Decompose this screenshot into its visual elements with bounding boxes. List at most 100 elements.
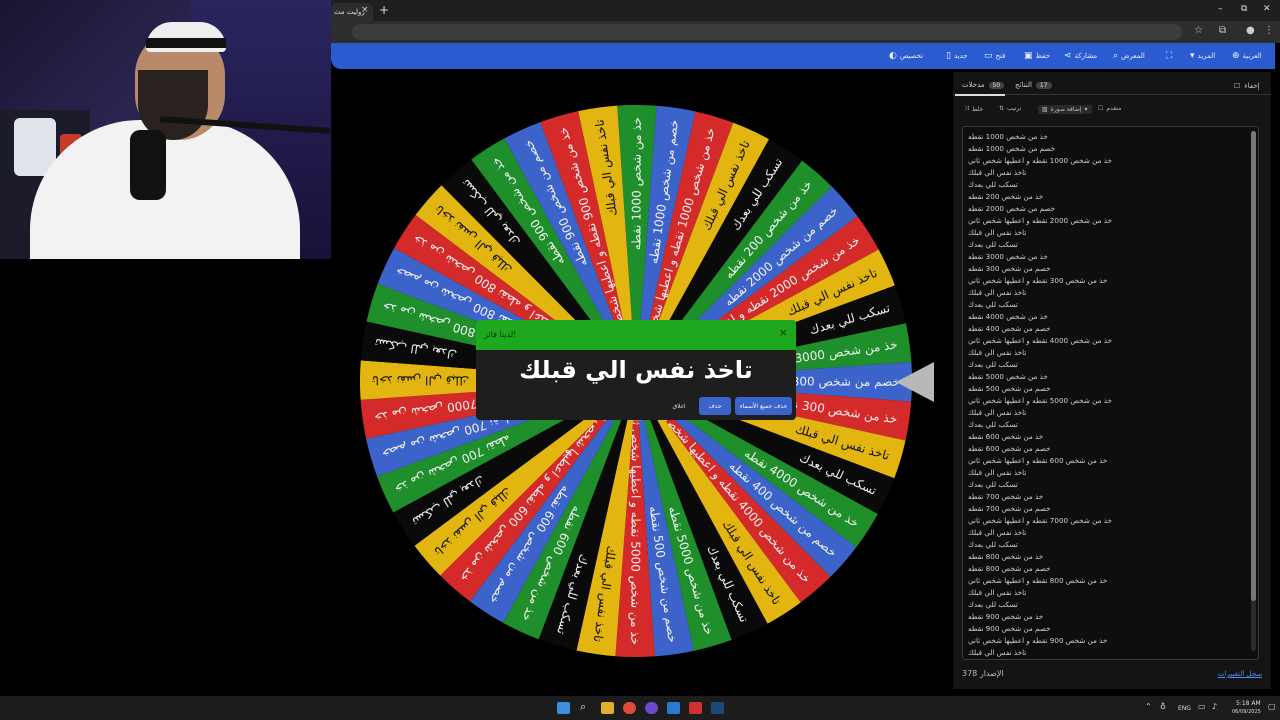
- outlook-icon[interactable]: [667, 702, 680, 714]
- add-image-button[interactable]: ▨ إضافة صورة ▾: [1038, 105, 1092, 114]
- save-icon: ▣: [1024, 51, 1033, 61]
- entry-line: خصم من شخص 2000 نقطه: [968, 204, 1056, 213]
- entry-line: تسكب للي بعدك: [968, 360, 1018, 369]
- dialog-close-icon[interactable]: ×: [779, 326, 788, 339]
- customize-button[interactable]: ◐ تخصيص: [889, 50, 923, 62]
- start-icon[interactable]: [557, 702, 570, 714]
- entry-line: خذ من شخص 5000 نقطه: [968, 372, 1048, 381]
- entry-line: تسكب للي بعدك: [968, 540, 1018, 549]
- fullscreen-button[interactable]: ⛶: [1166, 50, 1172, 62]
- entry-line: تسكب للي بعدك: [968, 180, 1018, 189]
- share-button[interactable]: ⋖ مشاركة: [1064, 50, 1097, 62]
- profile-icon[interactable]: ●: [1246, 25, 1255, 36]
- extensions-icon[interactable]: ⧉: [1219, 25, 1226, 36]
- volume-icon[interactable]: ♪: [1212, 702, 1217, 711]
- results-count-badge: 17: [1035, 81, 1052, 89]
- entry-line: تاخذ نفس الي قبلك: [968, 648, 1027, 657]
- entry-line: خذ من شخص 600 نقطه و اعطيها شخص ثاني: [968, 456, 1108, 465]
- entry-line: خذ من شخص 1000 نقطه: [968, 132, 1048, 141]
- gallery-button[interactable]: ⌕ المعرض: [1113, 50, 1145, 62]
- language-indicator[interactable]: ENG: [1178, 705, 1191, 712]
- entry-line: تاخذ نفس الي قبلك: [968, 588, 1027, 597]
- entry-line: خذ من شخص 800 نقطه و اعطيها شخص ثاني: [968, 576, 1108, 585]
- entry-line: خذ من شخص 900 نقطه و اعطيها شخص ثاني: [968, 636, 1108, 645]
- discord-icon[interactable]: [645, 702, 658, 714]
- shuffle-button[interactable]: ⤨ خلط: [964, 105, 983, 113]
- sort-button[interactable]: ⇅ ترتيب: [999, 105, 1021, 112]
- dropdown-icon: ▾: [1190, 51, 1195, 61]
- chrome-icon[interactable]: [623, 702, 636, 714]
- dialog-title: لدينا فائز!: [484, 330, 517, 339]
- new-file-icon: ▯: [946, 51, 951, 61]
- entry-line: خذ من شخص 1000 نقطه و اعطيها شخص ثاني: [968, 156, 1112, 165]
- open-button[interactable]: ▭ فتح: [984, 50, 1006, 62]
- wheel-slice-label: تاخذ نفس الي قبلك: [372, 372, 469, 387]
- wheel-pointer: [896, 362, 934, 402]
- entry-line: خصم من شخص 800 نقطه: [968, 564, 1051, 573]
- advanced-checkbox[interactable]: ☐: [1098, 105, 1103, 112]
- scrollbar-thumb[interactable]: [1251, 131, 1256, 601]
- taskbar: [0, 696, 1280, 720]
- dialog-header: [476, 320, 796, 350]
- entry-line: تسكب للي بعدك: [968, 240, 1018, 249]
- close-button[interactable]: اغلاق: [663, 397, 695, 415]
- entry-line: تاخذ نفس الي قبلك: [968, 468, 1027, 477]
- winner-result: تاخذ نفس الي قبلك: [519, 356, 753, 384]
- app-icon[interactable]: [689, 702, 702, 714]
- new-tab-icon[interactable]: +: [379, 3, 389, 17]
- remove-all-button[interactable]: حذف جميع الأسماء: [735, 397, 792, 415]
- maximize-icon[interactable]: ⧉: [1241, 4, 1247, 14]
- entry-line: تاخذ نفس الي قبلك: [968, 168, 1027, 177]
- entry-line: تاخذ نفس الي قبلك: [968, 348, 1027, 357]
- tab-entries[interactable]: مدخلات 50: [962, 81, 1005, 89]
- save-button[interactable]: ▣ حفظ: [1024, 50, 1050, 62]
- mic-tray-icon[interactable]: ♁: [1160, 702, 1166, 711]
- entry-line: تاخذ نفس الي قبلك: [968, 228, 1027, 237]
- active-tab-indicator: [955, 94, 1005, 96]
- entry-line: خذ من شخص 7000 نقطه و اعطيها شخص ثاني: [968, 516, 1112, 525]
- entry-line: خصم من شخص 400 نقطه: [968, 324, 1051, 333]
- entries-count-badge: 50: [988, 81, 1005, 89]
- file-explorer-icon[interactable]: [601, 702, 614, 714]
- tab-close-icon[interactable]: ×: [361, 5, 369, 15]
- steam-icon[interactable]: [711, 702, 724, 714]
- entry-line: خذ من شخص 2000 نقطه و اعطيها شخص ثاني: [968, 216, 1112, 225]
- winner-dialog: لدينا فائز! × تاخذ نفس الي قبلك حذف جميع…: [476, 320, 796, 420]
- entry-line: خذ من شخص 300 نقطه و اعطيها شخص ثاني: [968, 276, 1108, 285]
- hide-checkbox[interactable]: ☐: [1234, 82, 1240, 90]
- language-button[interactable]: ⊕ العربية: [1232, 50, 1262, 62]
- entry-line: تاخذ نفس الي قبلك: [968, 408, 1027, 417]
- entry-line: تاخذ نفس الي قبلك: [968, 528, 1027, 537]
- entry-line: خصم من شخص 300 نقطه: [968, 264, 1051, 273]
- network-icon[interactable]: ▭: [1198, 702, 1206, 711]
- search-icon: ⌕: [1113, 51, 1119, 61]
- entry-line: خصم من شخص 500 نقطه: [968, 384, 1051, 393]
- entry-line: خصم من شخص 600 نقطه: [968, 444, 1051, 453]
- entry-line: تسكب للي بعدك: [968, 300, 1018, 309]
- advanced-toggle[interactable]: ☐ متقدم: [1098, 105, 1121, 112]
- changelog-link[interactable]: سجل التغييرات: [1218, 670, 1262, 678]
- clock-date[interactable]: 06/09/2025: [1232, 709, 1261, 715]
- globe-icon: ⊕: [1232, 51, 1240, 61]
- entry-line: تسكب للي بعدك: [968, 480, 1018, 489]
- address-input[interactable]: [352, 24, 1182, 40]
- search-icon[interactable]: ⌕: [580, 700, 593, 713]
- browser-tab-bar: [331, 0, 1280, 21]
- wheel-slice-label: خذ من شخص 1000 نقطه: [629, 117, 644, 250]
- tray-chevron-icon[interactable]: ⌃: [1145, 702, 1152, 711]
- image-icon: ▨: [1042, 106, 1048, 113]
- tab-results[interactable]: النتائج 17: [1015, 81, 1052, 89]
- star-icon[interactable]: ☆: [1194, 25, 1203, 36]
- close-window-icon[interactable]: ✕: [1263, 4, 1271, 14]
- clock-time[interactable]: 5:18 AM: [1236, 700, 1261, 707]
- more-button[interactable]: ▾ المزيد: [1190, 50, 1215, 62]
- dropdown-icon: ▾: [1084, 106, 1088, 113]
- notification-icon[interactable]: ▢: [1268, 702, 1276, 711]
- entries-textarea[interactable]: خذ من شخص 1000 نقطه خصم من شخص 1000 نقطه خ…: [962, 126, 1259, 660]
- new-button[interactable]: ▯ جديد: [946, 50, 968, 62]
- menu-dots-icon[interactable]: ⋮: [1264, 25, 1274, 36]
- entry-line: تسكب للي بعدك: [968, 420, 1018, 429]
- minimize-icon[interactable]: –: [1218, 4, 1223, 14]
- remove-button[interactable]: حذف: [699, 397, 731, 415]
- hide-toggle[interactable]: ☐ إخفاء: [1234, 82, 1260, 90]
